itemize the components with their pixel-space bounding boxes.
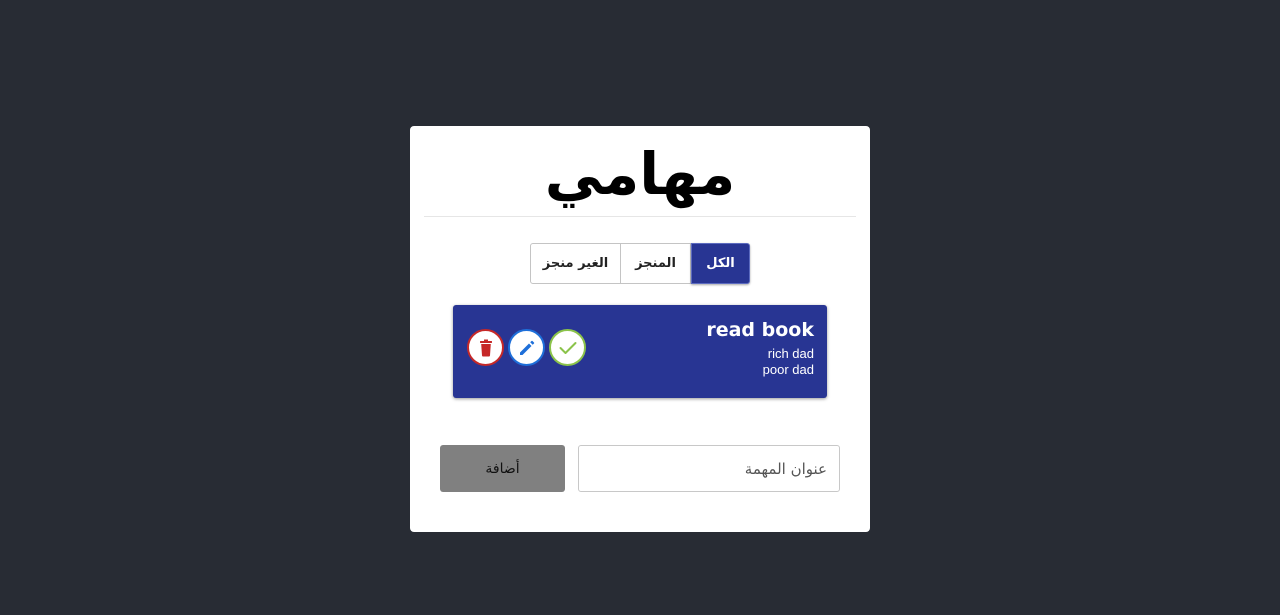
task-title-input[interactable] [578, 445, 840, 492]
complete-task-button[interactable] [549, 329, 586, 366]
filter-done-button[interactable]: المنجز [621, 243, 691, 284]
filter-not-done-button[interactable]: الغير منجز [530, 243, 621, 284]
page-title: مهامي [544, 140, 736, 208]
check-icon [559, 341, 576, 354]
filter-all-button[interactable]: الكل [691, 243, 750, 284]
filter-toggle-group: الغير منجز المنجز الكل [530, 243, 750, 284]
task-item: read book rich dad poor dad [453, 305, 827, 398]
task-detail-line: poor dad [762, 362, 814, 377]
task-actions [467, 329, 586, 366]
task-title: read book [706, 319, 814, 341]
add-task-form: أضافة [440, 445, 840, 493]
add-task-button[interactable]: أضافة [440, 445, 565, 492]
pencil-icon [519, 340, 534, 355]
trash-icon [479, 339, 492, 356]
task-details: rich dad poor dad [763, 346, 814, 378]
title-divider [424, 216, 856, 217]
delete-task-button[interactable] [467, 329, 504, 366]
task-detail-line: rich dad [767, 346, 814, 361]
todo-card: مهامي الغير منجز المنجز الكل read book r… [410, 126, 870, 532]
edit-task-button[interactable] [508, 329, 545, 366]
